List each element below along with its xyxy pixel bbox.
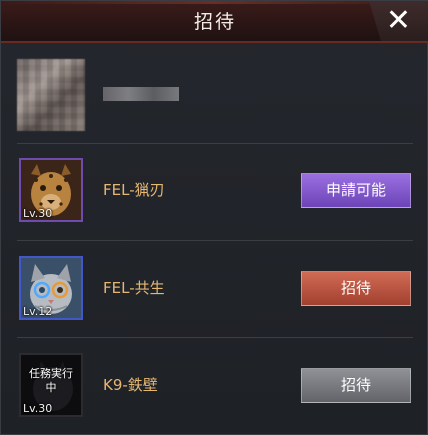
list-item: Lv.30 FEL-猟刃 申請可能 — [17, 158, 413, 228]
divider — [17, 337, 413, 338]
invite-button[interactable]: 招待 — [301, 271, 411, 306]
close-icon: ✕ — [385, 3, 411, 38]
invite-dialog: 招待 ✕ Lv.30 FEL-猟刃 申請可能 Lv.12 FEL-共生 招待 任… — [0, 0, 428, 435]
dialog-header: 招待 ✕ — [1, 1, 428, 43]
invite-button-disabled[interactable]: 招待 — [301, 368, 411, 403]
avatar — [17, 59, 85, 131]
list-item: 任務実行中 Lv.30 K9-鉄壁 招待 — [17, 353, 413, 423]
player-name-redacted — [103, 87, 179, 101]
unit-portrait: 任務実行中 Lv.30 — [19, 353, 83, 417]
mission-status: 任務実行中 — [29, 367, 73, 394]
unit-name: FEL-猟刃 — [103, 181, 165, 199]
unit-portrait: Lv.30 — [19, 158, 83, 222]
divider — [17, 240, 413, 241]
unit-level: Lv.12 — [23, 305, 53, 318]
unit-name: FEL-共生 — [103, 279, 165, 297]
unit-name: K9-鉄壁 — [103, 376, 158, 394]
leader-row — [17, 59, 413, 134]
apply-button[interactable]: 申請可能 — [301, 173, 411, 208]
dialog-title: 招待 — [193, 11, 236, 33]
list-item: Lv.12 FEL-共生 招待 — [17, 256, 413, 326]
unit-level: Lv.30 — [23, 402, 53, 415]
unit-portrait: Lv.12 — [19, 256, 83, 320]
unit-level: Lv.30 — [23, 207, 53, 220]
divider — [17, 143, 413, 144]
